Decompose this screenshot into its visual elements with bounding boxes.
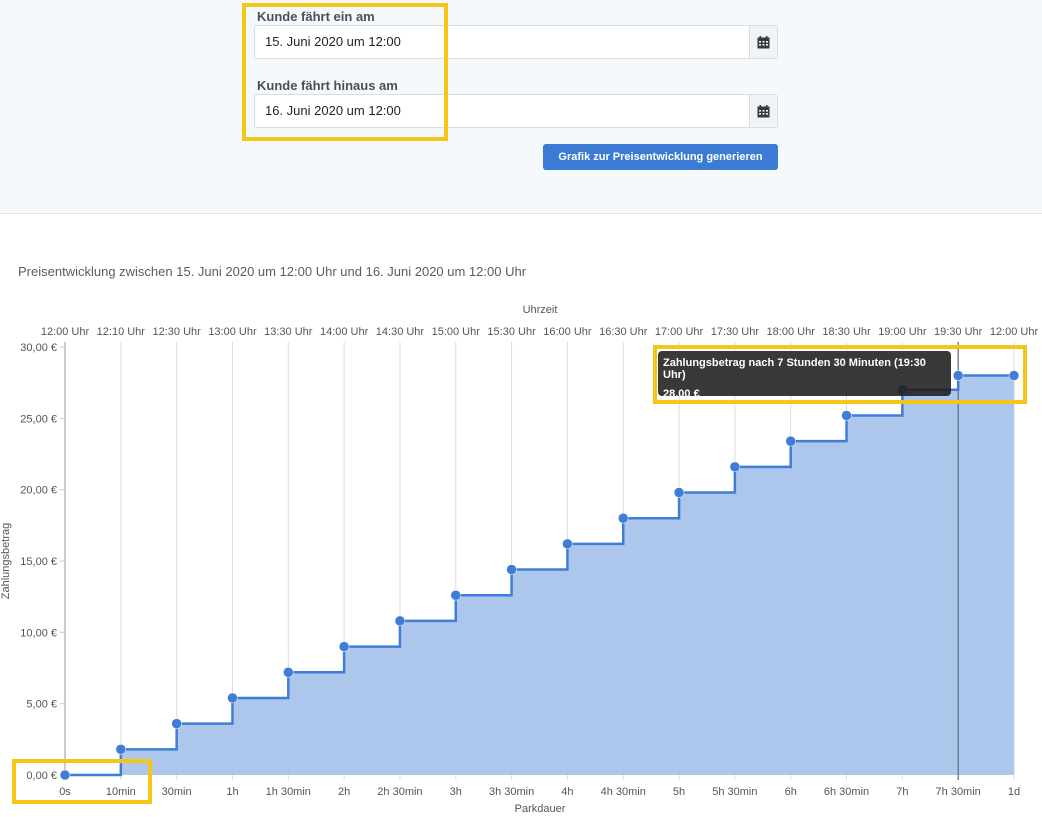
x-tick-label: 6h 30min: [824, 786, 869, 798]
x-tick-label: 2h: [338, 786, 350, 798]
data-point: [841, 410, 852, 421]
tooltip-title: Zahlungsbetrag nach 7 Stunden 30 Minuten…: [663, 357, 926, 381]
x-tick-label: 5h: [673, 786, 685, 798]
x2-tick-label: 13:00 Uhr: [208, 326, 257, 338]
data-point: [729, 461, 741, 473]
x2-tick-label: 15:30 Uhr: [487, 326, 536, 338]
x2-tick-label: 17:00 Uhr: [655, 326, 704, 338]
x2-tick-label: 17:30 Uhr: [711, 326, 760, 338]
x-tick-label: 3h 30min: [489, 786, 534, 798]
x-tick-label: 3h: [450, 786, 462, 798]
y-tick-label: 20,00 €: [20, 485, 57, 497]
price-chart: 0,00 € 5,00 € 10,00 € 15,00 € 20,00 € 25,00 €…: [0, 304, 1039, 815]
x2-tick-label: 12:30 Uhr: [152, 326, 201, 338]
data-point: [283, 667, 294, 678]
data-point: [785, 435, 796, 447]
data-point: [115, 744, 127, 755]
x2-tick-label: 13:30 Uhr: [264, 326, 313, 338]
y-tick-label: 10,00 €: [20, 627, 57, 639]
x2-tick-label: 19:30 Uhr: [934, 326, 983, 338]
y-tick-label: 25,00 €: [20, 413, 57, 425]
data-point: [506, 564, 517, 575]
data-point: [617, 512, 629, 524]
data-point: [1008, 370, 1020, 381]
x-tick-label: 4h 30min: [601, 786, 646, 798]
x2-tick-label: 12:10 Uhr: [97, 326, 146, 338]
data-point: [673, 487, 685, 498]
x-tick-label: 7h: [896, 786, 908, 798]
y-tick-label: 15,00 €: [20, 556, 57, 568]
x2-tick-label: 16:00 Uhr: [543, 326, 592, 338]
x-axis-title: Parkdauer: [515, 803, 566, 815]
x2-tick-label: 18:00 Uhr: [767, 326, 816, 338]
x-tick-label: 4h: [561, 786, 573, 798]
data-point: [952, 370, 964, 381]
series-area: [65, 375, 1014, 775]
x2-axis-title: Uhrzeit: [523, 304, 558, 316]
data-point: [59, 769, 71, 781]
x-tick-label: 1h 30min: [266, 786, 311, 798]
data-point: [338, 641, 350, 652]
y-tick-label: 0,00 €: [26, 770, 57, 782]
x-tick-label: 6h: [785, 786, 797, 798]
x2-tick-label: 18:30 Uhr: [822, 326, 871, 338]
x2-tick-label: 12:00 Uhr: [990, 326, 1039, 338]
data-point: [562, 538, 573, 550]
x2-tick-label: 15:00 Uhr: [432, 326, 481, 338]
tooltip-value: 28,00 €: [663, 388, 700, 400]
chart-tooltip: Zahlungsbetrag nach 7 Stunden 30 Minuten…: [658, 351, 951, 400]
x-tick-label: 2h 30min: [377, 786, 422, 798]
x-tick-label: 1d: [1008, 786, 1020, 798]
x2-tick-label: 14:00 Uhr: [320, 326, 369, 338]
data-point: [227, 692, 238, 704]
x2-tick-label: 16:30 Uhr: [599, 326, 648, 338]
x2-tick-label: 19:00 Uhr: [878, 326, 927, 338]
x-tick-label: 30min: [162, 786, 192, 798]
y-tick-label: 30,00 €: [20, 342, 57, 354]
x-tick-label: 7h 30min: [936, 786, 981, 798]
x2-tick-label: 14:30 Uhr: [376, 326, 425, 338]
data-point: [450, 589, 462, 601]
x-tick-label: 10min: [106, 786, 136, 798]
data-point: [394, 615, 406, 627]
x2-tick-label: 12:00 Uhr: [41, 326, 90, 338]
y-tick-label: 5,00 €: [26, 699, 57, 711]
data-point: [171, 718, 182, 729]
x-tick-label: 5h 30min: [712, 786, 757, 798]
x-tick-label: 1h: [226, 786, 238, 798]
y-axis-title: Zahlungsbetrag: [0, 523, 12, 599]
x-tick-label: 0s: [59, 786, 71, 798]
